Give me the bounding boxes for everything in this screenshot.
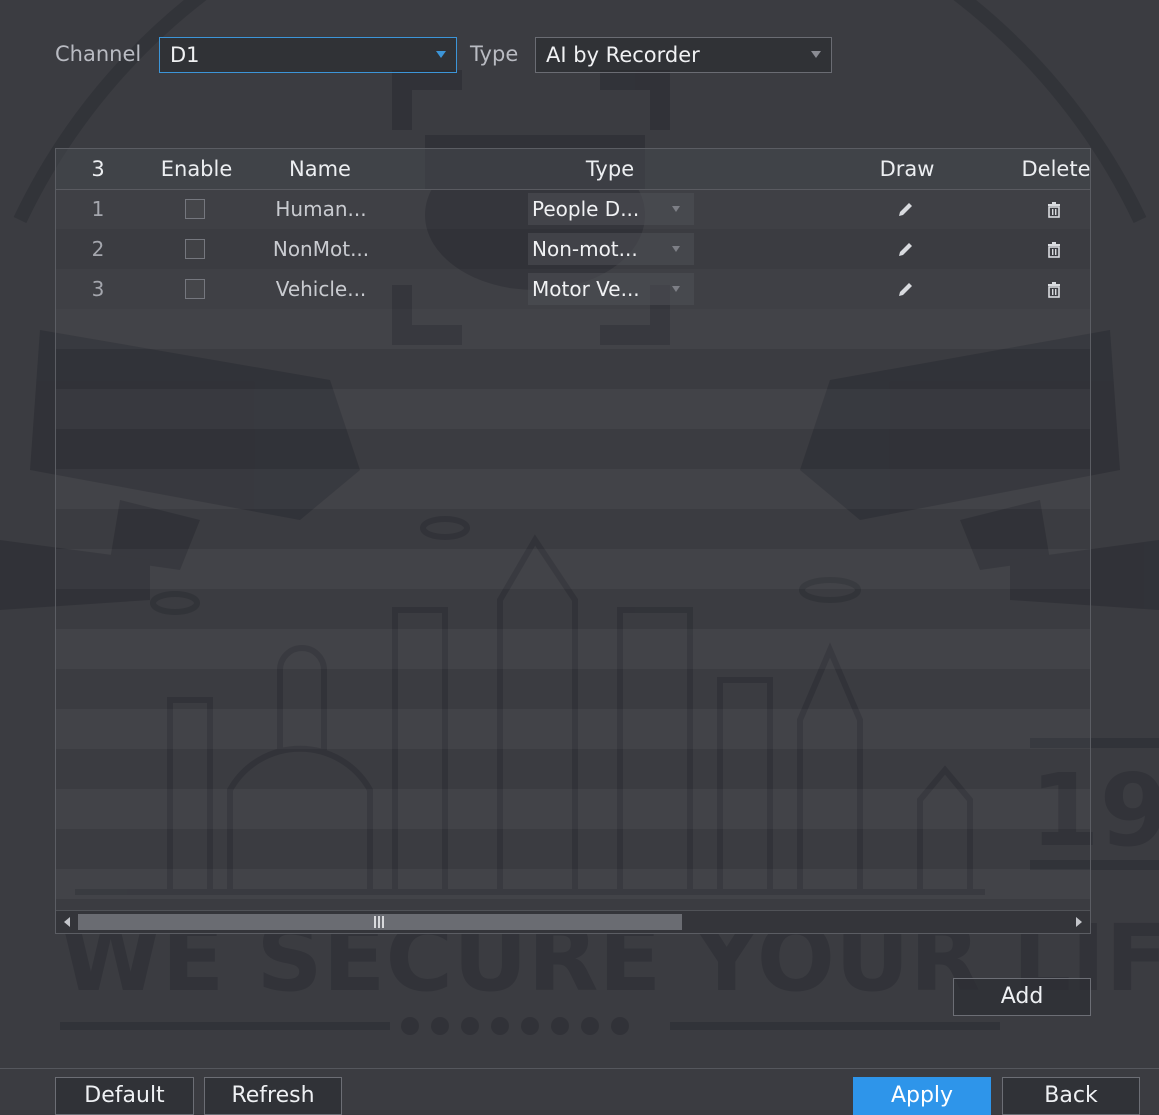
scroll-left-icon[interactable] [64, 917, 70, 927]
caret-down-icon [672, 246, 680, 252]
row-name: Human... [275, 197, 367, 221]
row-type-select[interactable]: People D... [528, 193, 694, 225]
enable-checkbox[interactable] [185, 239, 205, 259]
header-enable: Enable [160, 157, 233, 181]
enable-checkbox[interactable] [185, 279, 205, 299]
header-draw: Draw [879, 157, 935, 181]
footer-divider [0, 1068, 1159, 1069]
grip-icon [374, 916, 376, 928]
trash-icon[interactable] [1044, 279, 1064, 299]
header-type: Type [585, 157, 635, 181]
caret-down-icon [672, 206, 680, 212]
table-stripes [56, 309, 1090, 899]
pencil-icon[interactable] [896, 199, 916, 219]
channel-label: Channel [55, 42, 142, 66]
header-delete: Delete [1021, 157, 1091, 181]
refresh-button[interactable]: Refresh [204, 1077, 342, 1115]
rule-table: 3 Enable Name Type Draw Delete 1 Human..… [55, 148, 1091, 934]
trash-icon[interactable] [1044, 239, 1064, 259]
channel-value: D1 [170, 43, 200, 67]
row-number: 1 [91, 197, 105, 221]
ai-plan-panel: WE SECURE YOUR LIFE 199 Channel D1 Type … [0, 0, 1159, 1115]
header-name: Name [289, 157, 351, 181]
row-name: Vehicle... [275, 277, 367, 301]
horizontal-scrollbar[interactable] [56, 910, 1090, 933]
caret-down-icon [811, 51, 821, 58]
row-type-value: Non-mot... [532, 237, 638, 261]
pencil-icon[interactable] [896, 239, 916, 259]
default-button[interactable]: Default [55, 1077, 194, 1115]
table-row: 3 Vehicle... Motor Ve... [56, 269, 1090, 309]
row-type-value: Motor Ve... [532, 277, 640, 301]
row-type-value: People D... [532, 197, 640, 221]
caret-down-icon [436, 51, 446, 58]
add-button[interactable]: Add [953, 978, 1091, 1016]
scroll-thumb[interactable] [78, 914, 682, 930]
table-row: 2 NonMot... Non-mot... [56, 229, 1090, 269]
row-type-select[interactable]: Motor Ve... [528, 273, 694, 305]
pencil-icon[interactable] [896, 279, 916, 299]
caret-down-icon [672, 286, 680, 292]
row-name: NonMot... [272, 237, 370, 261]
header-count: 3 [91, 157, 105, 181]
type-select[interactable]: AI by Recorder [535, 37, 832, 73]
type-value: AI by Recorder [546, 43, 700, 67]
channel-select[interactable]: D1 [159, 37, 457, 73]
apply-button[interactable]: Apply [853, 1077, 991, 1115]
row-number: 2 [91, 237, 105, 261]
table-row: 1 Human... People D... [56, 189, 1090, 229]
row-type-select[interactable]: Non-mot... [528, 233, 694, 265]
scroll-right-icon[interactable] [1076, 917, 1082, 927]
table-header: 3 Enable Name Type Draw Delete [56, 149, 1090, 190]
row-number: 3 [91, 277, 105, 301]
type-label: Type [470, 42, 519, 66]
back-button[interactable]: Back [1002, 1077, 1140, 1115]
enable-checkbox[interactable] [185, 199, 205, 219]
trash-icon[interactable] [1044, 199, 1064, 219]
